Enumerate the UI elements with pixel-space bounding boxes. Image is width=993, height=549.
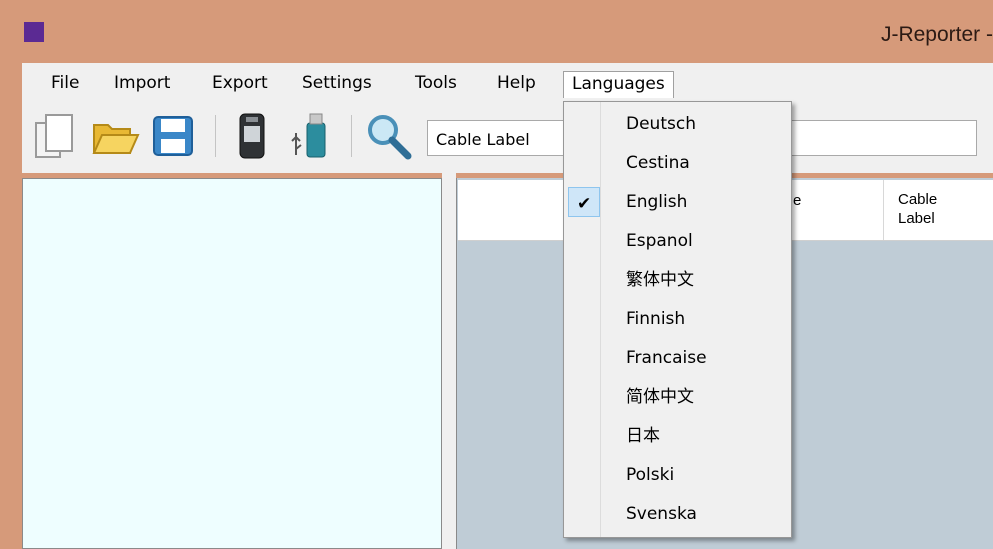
app-icon[interactable] [24,22,44,42]
new-document-icon[interactable] [30,111,80,161]
language-item-english[interactable]: ✔ English [566,184,789,220]
language-label: Polski [626,465,675,485]
language-label: Francaise [626,348,707,368]
cable-label-header-line-1: Cable [898,191,938,208]
languages-dropdown-menu: Deutsch Cestina ✔ English Espanol 繁体中文 F… [563,101,792,538]
app-window: J-Reporter - File Import Export Settings… [0,0,993,549]
language-item-finnish[interactable]: Finnish [566,301,789,337]
magnifier-search-icon[interactable] [364,111,414,161]
search-input[interactable] [787,120,977,156]
menu-settings[interactable]: Settings [302,73,372,93]
pane-splitter[interactable] [442,173,456,549]
open-folder-icon[interactable] [90,111,140,161]
title-bar: J-Reporter - [0,0,993,63]
language-label: 繁体中文 [626,270,694,290]
save-disk-icon[interactable] [148,111,198,161]
language-item-svenska[interactable]: Svenska [566,496,789,532]
checkmark-highlight: ✔ [568,187,600,217]
language-item-francaise[interactable]: Francaise [566,340,789,376]
handheld-device-icon[interactable] [227,111,277,161]
menu-help[interactable]: Help [497,73,536,93]
column-divider[interactable] [883,180,884,240]
window-title: J-Reporter - [880,23,993,46]
checkmark-icon: ✔ [577,194,592,214]
toolbar-separator [215,115,216,157]
language-item-traditional-chinese[interactable]: 繁体中文 [566,262,789,298]
menu-bar: File Import Export Settings Tools Help L… [22,63,993,102]
language-label: Espanol [626,231,693,251]
menu-tools[interactable]: Tools [415,73,457,93]
menu-languages[interactable]: Languages [563,71,674,98]
language-item-simplified-chinese[interactable]: 简体中文 [566,379,789,415]
language-label: Finnish [626,309,686,329]
grid-column-header-cable-label[interactable]: Cable Label [898,190,937,228]
language-item-deutsch[interactable]: Deutsch [566,106,789,142]
grid-column-header-partial[interactable]: e [793,192,801,209]
usb-drive-icon[interactable] [287,111,337,161]
language-item-espanol[interactable]: Espanol [566,223,789,259]
menu-import[interactable]: Import [114,73,170,93]
language-label: Svenska [626,504,697,524]
language-label: Cestina [626,153,690,173]
language-item-polski[interactable]: Polski [566,457,789,493]
menu-file[interactable]: File [51,73,79,93]
toolbar: Cable Label [22,101,993,173]
language-label: 简体中文 [626,387,694,407]
toolbar-separator [351,115,352,157]
language-label: 日本 [626,426,660,446]
language-label: Deutsch [626,114,696,134]
tree-pane[interactable] [22,178,442,549]
language-item-japanese[interactable]: 日本 [566,418,789,454]
menu-export[interactable]: Export [212,73,268,93]
cable-label-header-line-2: Label [898,210,935,227]
language-item-cestina[interactable]: Cestina [566,145,789,181]
language-label: English [626,192,688,212]
